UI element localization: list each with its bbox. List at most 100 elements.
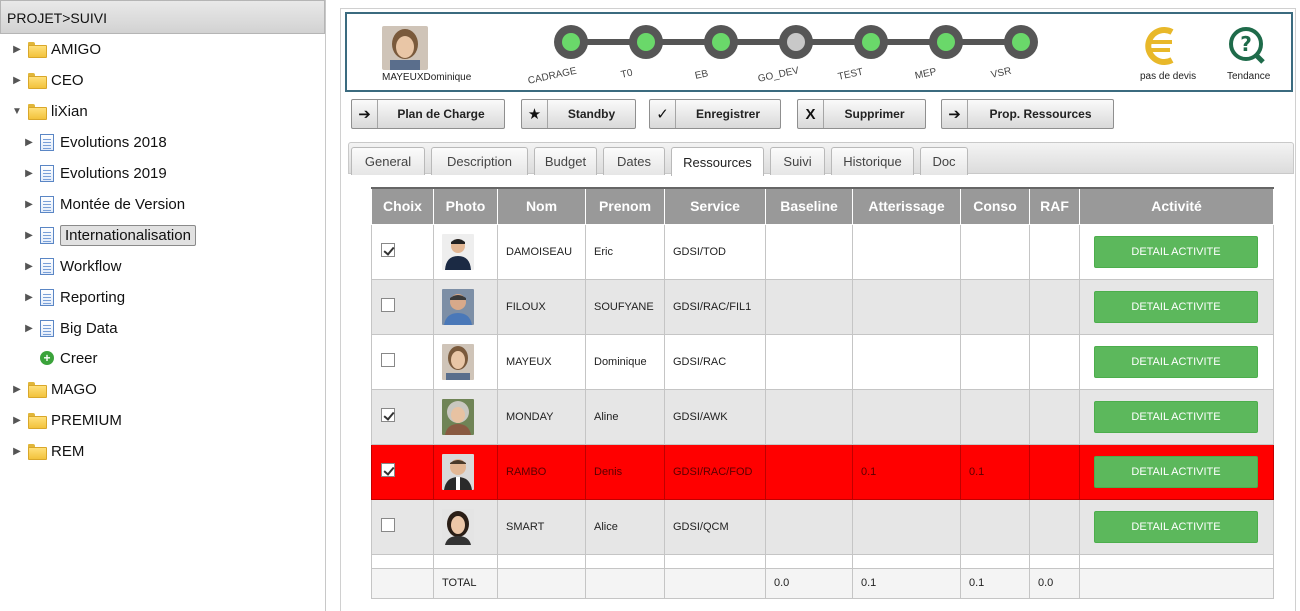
expand-arrow-icon[interactable]: ▶ <box>10 446 24 457</box>
workflow-panel: MAYEUXDominique CADRAGE T0 EB GO_DEV TES… <box>345 12 1293 92</box>
expand-arrow-icon[interactable]: ▶ <box>22 230 36 241</box>
folder-icon <box>28 42 47 58</box>
standby-button[interactable]: ★ Standby <box>521 99 636 129</box>
tendance-icon[interactable]: ? <box>1227 26 1267 66</box>
user-photo <box>442 453 474 490</box>
tab-general[interactable]: General <box>351 147 425 175</box>
step-cadrage-dot[interactable] <box>554 25 588 59</box>
col-header-activite: Activité <box>1079 187 1274 225</box>
photo-cell <box>433 223 498 280</box>
choix-cell <box>371 498 434 555</box>
expand-arrow-icon[interactable]: ▶ <box>22 199 36 210</box>
owner-name: MAYEUXDominique <box>382 72 472 83</box>
tree-item-internationalisation[interactable]: ▶ Internationalisation <box>22 223 196 247</box>
plan-de-charge-button[interactable]: ➔ Plan de Charge <box>351 99 505 129</box>
tab-doc[interactable]: Doc <box>920 147 968 175</box>
folder-icon <box>28 444 47 460</box>
step-vsr-dot[interactable] <box>1004 25 1038 59</box>
tab-budget[interactable]: Budget <box>534 147 597 175</box>
expand-arrow-icon[interactable]: ▶ <box>10 44 24 55</box>
row-checkbox[interactable] <box>381 463 395 477</box>
collapse-arrow-icon[interactable]: ▼ <box>10 106 24 117</box>
tab-dates[interactable]: Dates <box>603 147 665 175</box>
folder-icon <box>28 104 47 120</box>
button-label: Prop. Ressources <box>989 107 1092 121</box>
add-icon: + <box>40 351 54 365</box>
service-cell: GDSI/QCM <box>664 498 766 555</box>
tab-historique[interactable]: Historique <box>831 147 914 175</box>
expand-arrow-icon[interactable]: ▶ <box>22 137 36 148</box>
step-t0-dot[interactable] <box>629 25 663 59</box>
button-label: Standby <box>567 107 616 121</box>
row-checkbox[interactable] <box>381 518 395 532</box>
expand-arrow-icon[interactable]: ▶ <box>22 168 36 179</box>
tree-item-mago[interactable]: ▶ MAGO <box>10 377 97 401</box>
tree-item-lixian[interactable]: ▼ liXian <box>10 99 88 123</box>
step-test-dot[interactable] <box>854 25 888 59</box>
tree-item-ceo[interactable]: ▶ CEO <box>10 68 84 92</box>
tab-ressources[interactable]: Ressources <box>671 147 764 176</box>
step-label: T0 <box>620 67 634 81</box>
expand-arrow-icon[interactable]: ▶ <box>22 261 36 272</box>
detail-activite-button[interactable]: DETAIL ACTIVITE <box>1094 510 1258 543</box>
step-go-dev-dot[interactable] <box>779 25 813 59</box>
button-label: Supprimer <box>844 107 905 121</box>
prop-ressources-button[interactable]: ➔ Prop. Ressources <box>941 99 1114 129</box>
step-mep-dot[interactable] <box>929 25 963 59</box>
document-icon <box>40 319 54 337</box>
expand-arrow-icon[interactable]: ▶ <box>10 384 24 395</box>
tree-item-label: Big Data <box>60 319 118 337</box>
tree-item-rem[interactable]: ▶ REM <box>10 439 84 463</box>
folder-icon <box>28 73 47 89</box>
prenom-cell: Aline <box>585 388 665 445</box>
photo-cell <box>433 388 498 445</box>
tab-description[interactable]: Description <box>431 147 528 175</box>
activite-cell: DETAIL ACTIVITE <box>1079 223 1274 280</box>
detail-activite-button[interactable]: DETAIL ACTIVITE <box>1094 345 1258 378</box>
document-icon <box>40 288 54 306</box>
choix-cell <box>371 223 434 280</box>
row-checkbox[interactable] <box>381 298 395 312</box>
row-checkbox[interactable] <box>381 353 395 367</box>
tree-item-creer[interactable]: + Creer <box>36 346 98 370</box>
expand-arrow-icon[interactable]: ▶ <box>22 292 36 303</box>
tree-item-premium[interactable]: ▶ PREMIUM <box>10 408 122 432</box>
delete-button[interactable]: X Supprimer <box>797 99 926 129</box>
tree-item-reporting[interactable]: ▶ Reporting <box>22 285 125 309</box>
activite-cell: DETAIL ACTIVITE <box>1079 333 1274 390</box>
atterissage-cell: 0.1 <box>852 443 961 500</box>
tree-item-evolutions-2018[interactable]: ▶ Evolutions 2018 <box>22 130 167 154</box>
col-header-service: Service <box>664 187 766 225</box>
detail-activite-button[interactable]: DETAIL ACTIVITE <box>1094 290 1258 323</box>
tree-item-label: Internationalisation <box>60 224 196 246</box>
tree-item-big-data[interactable]: ▶ Big Data <box>22 316 118 340</box>
user-photo <box>442 233 474 270</box>
conso-cell: 0.1 <box>960 443 1030 500</box>
tree-item-workflow[interactable]: ▶ Workflow <box>22 254 121 278</box>
row-checkbox[interactable] <box>381 243 395 257</box>
user-photo <box>442 288 474 325</box>
col-header-photo: Photo <box>433 187 498 225</box>
activite-cell: DETAIL ACTIVITE <box>1079 443 1274 500</box>
detail-activite-button[interactable]: DETAIL ACTIVITE <box>1094 235 1258 268</box>
tree-item-evolutions-2019[interactable]: ▶ Evolutions 2019 <box>22 161 167 185</box>
expand-arrow-icon[interactable]: ▶ <box>22 323 36 334</box>
save-button[interactable]: ✓ Enregistrer <box>649 99 781 129</box>
expand-arrow-icon[interactable]: ▶ <box>10 75 24 86</box>
tree-item-montee-de-version[interactable]: ▶ Montée de Version <box>22 192 185 216</box>
step-eb-dot[interactable] <box>704 25 738 59</box>
tree-item-amigo[interactable]: ▶ AMIGO <box>10 37 101 61</box>
euro-icon[interactable] <box>1142 26 1186 66</box>
total-baseline: 0.0 <box>765 567 853 599</box>
photo-cell <box>433 443 498 500</box>
raf-cell <box>1029 388 1080 445</box>
expand-arrow-icon[interactable]: ▶ <box>10 415 24 426</box>
tree-item-label: Evolutions 2019 <box>60 164 167 182</box>
row-checkbox[interactable] <box>381 408 395 422</box>
conso-cell <box>960 223 1030 280</box>
activite-cell: DETAIL ACTIVITE <box>1079 278 1274 335</box>
tab-suivi[interactable]: Suivi <box>770 147 825 175</box>
detail-activite-button[interactable]: DETAIL ACTIVITE <box>1094 400 1258 433</box>
document-icon <box>40 195 54 213</box>
detail-activite-button[interactable]: DETAIL ACTIVITE <box>1094 455 1258 488</box>
